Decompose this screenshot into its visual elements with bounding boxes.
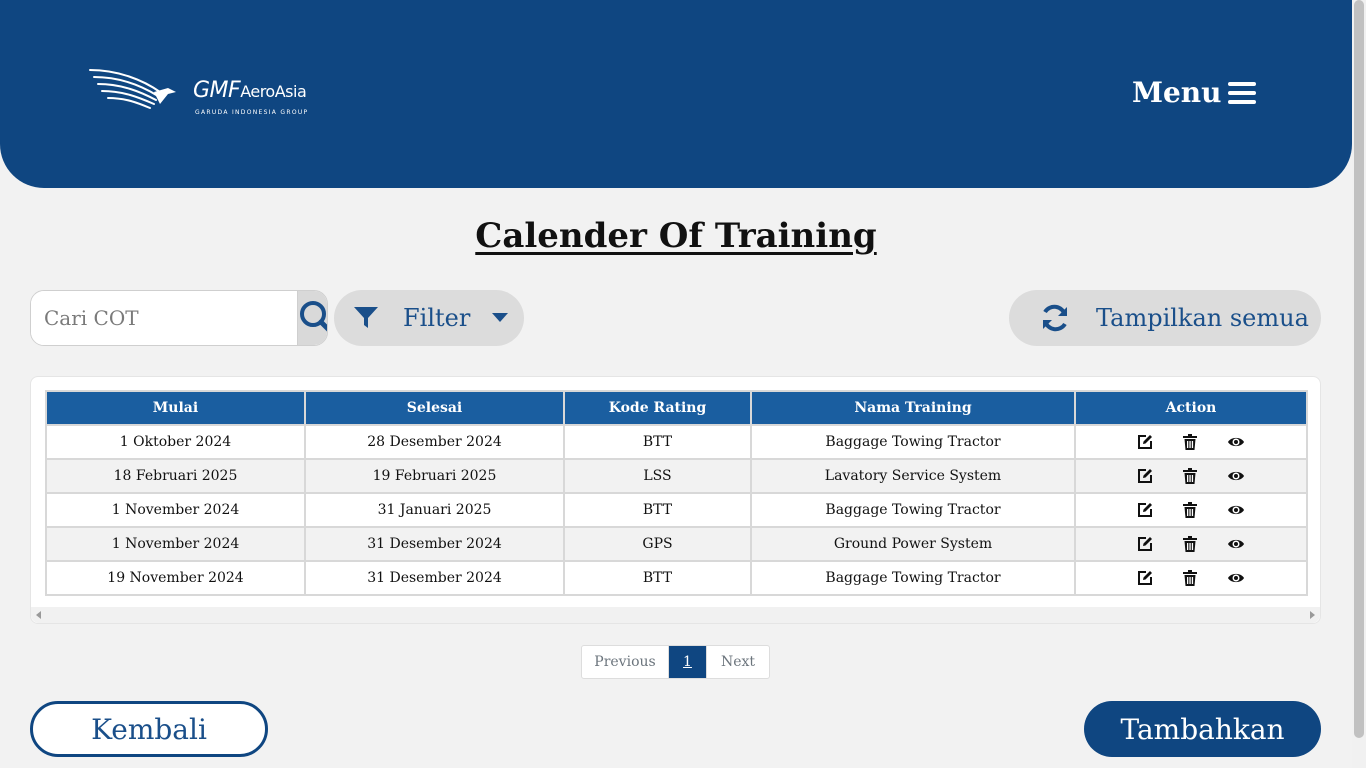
search-box bbox=[30, 290, 328, 346]
cell-kode: BTT bbox=[563, 560, 752, 596]
cell-nama: Baggage Towing Tractor bbox=[750, 424, 1076, 460]
trash-icon[interactable] bbox=[1183, 468, 1197, 484]
column-header-selesai: Selesai bbox=[304, 390, 565, 426]
table-row: 18 Februari 2025 19 Februari 2025 LSS Lavat… bbox=[45, 458, 1308, 494]
eye-icon[interactable] bbox=[1227, 537, 1245, 551]
logo-tagline: GARUDA INDONESIA GROUP bbox=[195, 109, 309, 116]
cell-mulai: 1 November 2024 bbox=[45, 492, 306, 528]
logo-brand: GMFAeroAsia bbox=[193, 78, 307, 103]
cell-kode: GPS bbox=[563, 526, 752, 562]
hamburger-icon bbox=[1227, 81, 1256, 104]
cell-action bbox=[1074, 492, 1308, 528]
cell-selesai: 28 Desember 2024 bbox=[304, 424, 565, 460]
search-input[interactable] bbox=[31, 291, 297, 345]
edit-icon[interactable] bbox=[1137, 502, 1153, 518]
column-header-action: Action bbox=[1074, 390, 1308, 426]
scroll-left-arrow-icon[interactable] bbox=[36, 611, 41, 619]
eye-icon[interactable] bbox=[1227, 469, 1245, 483]
cell-mulai: 1 Oktober 2024 bbox=[45, 424, 306, 460]
column-header-mulai: Mulai bbox=[45, 390, 306, 426]
cell-selesai: 31 Januari 2025 bbox=[304, 492, 565, 528]
edit-icon[interactable] bbox=[1137, 434, 1153, 450]
refresh-icon bbox=[1043, 304, 1067, 332]
search-button[interactable] bbox=[297, 291, 327, 345]
edit-icon[interactable] bbox=[1137, 536, 1153, 552]
back-button[interactable]: Kembali bbox=[30, 701, 268, 757]
trash-icon[interactable] bbox=[1183, 536, 1197, 552]
cell-mulai: 18 Februari 2025 bbox=[45, 458, 306, 494]
training-table: Mulai Selesai Kode Rating Nama Training … bbox=[45, 390, 1308, 596]
cell-action bbox=[1074, 560, 1308, 596]
gmf-logo[interactable]: GMFAeroAsia GARUDA INDONESIA GROUP bbox=[88, 68, 328, 120]
menu-button[interactable]: Menu bbox=[1132, 76, 1256, 109]
table-header-row: Mulai Selesai Kode Rating Nama Training … bbox=[45, 390, 1308, 426]
cell-nama: Ground Power System bbox=[750, 526, 1076, 562]
search-icon bbox=[300, 301, 327, 332]
header-bar: GMFAeroAsia GARUDA INDONESIA GROUP Menu bbox=[0, 0, 1352, 188]
table-row: 19 November 2024 31 Desember 2024 BTT Bagga… bbox=[45, 560, 1308, 596]
cell-mulai: 1 November 2024 bbox=[45, 526, 306, 562]
column-header-nama-training: Nama Training bbox=[750, 390, 1076, 426]
eye-icon[interactable] bbox=[1227, 571, 1245, 585]
cell-action bbox=[1074, 526, 1308, 562]
pagination-page-current[interactable]: 1 bbox=[669, 646, 706, 678]
table-row: 1 November 2024 31 Desember 2024 GPS Ground… bbox=[45, 526, 1308, 562]
trash-icon[interactable] bbox=[1183, 502, 1197, 518]
cell-kode: BTT bbox=[563, 492, 752, 528]
edit-icon[interactable] bbox=[1137, 468, 1153, 484]
page-scrollbar-thumb[interactable] bbox=[1354, 0, 1364, 738]
trash-icon[interactable] bbox=[1183, 570, 1197, 586]
cell-mulai: 19 November 2024 bbox=[45, 560, 306, 596]
pagination-next[interactable]: Next bbox=[706, 646, 769, 678]
garuda-bird-icon bbox=[89, 69, 176, 109]
menu-label: Menu bbox=[1132, 76, 1222, 109]
column-header-kode-rating: Kode Rating bbox=[563, 390, 752, 426]
pagination-previous[interactable]: Previous bbox=[582, 646, 669, 678]
cell-selesai: 31 Desember 2024 bbox=[304, 526, 565, 562]
table-row: 1 November 2024 31 Januari 2025 BTT Baggage… bbox=[45, 492, 1308, 528]
cell-selesai: 31 Desember 2024 bbox=[304, 560, 565, 596]
cell-nama: Lavatory Service System bbox=[750, 458, 1076, 494]
filter-button[interactable]: Filter bbox=[334, 290, 524, 346]
cell-selesai: 19 Februari 2025 bbox=[304, 458, 565, 494]
chevron-down-icon bbox=[492, 313, 509, 322]
pagination: Previous 1 Next bbox=[581, 645, 770, 679]
table-row: 1 Oktober 2024 28 Desember 2024 BTT Baggage… bbox=[45, 424, 1308, 460]
scroll-right-arrow-icon[interactable] bbox=[1310, 611, 1315, 619]
cell-nama: Baggage Towing Tractor bbox=[750, 560, 1076, 596]
eye-icon[interactable] bbox=[1227, 503, 1245, 517]
cell-kode: BTT bbox=[563, 424, 752, 460]
cell-action bbox=[1074, 458, 1308, 494]
filter-funnel-icon bbox=[354, 307, 378, 328]
trash-icon[interactable] bbox=[1183, 434, 1197, 450]
training-table-card: Mulai Selesai Kode Rating Nama Training … bbox=[30, 376, 1321, 624]
eye-icon[interactable] bbox=[1227, 435, 1245, 449]
filter-label: Filter bbox=[403, 304, 471, 332]
add-button[interactable]: Tambahkan bbox=[1084, 701, 1321, 757]
cell-action bbox=[1074, 424, 1308, 460]
page-scrollbar[interactable] bbox=[1352, 0, 1366, 768]
cell-nama: Baggage Towing Tractor bbox=[750, 492, 1076, 528]
horizontal-scrollbar[interactable] bbox=[31, 607, 1320, 623]
show-all-label: Tampilkan semua bbox=[1096, 304, 1309, 332]
show-all-button[interactable]: Tampilkan semua bbox=[1009, 290, 1321, 346]
cell-kode: LSS bbox=[563, 458, 752, 494]
page-title: Calender Of Training bbox=[475, 216, 877, 256]
edit-icon[interactable] bbox=[1137, 570, 1153, 586]
